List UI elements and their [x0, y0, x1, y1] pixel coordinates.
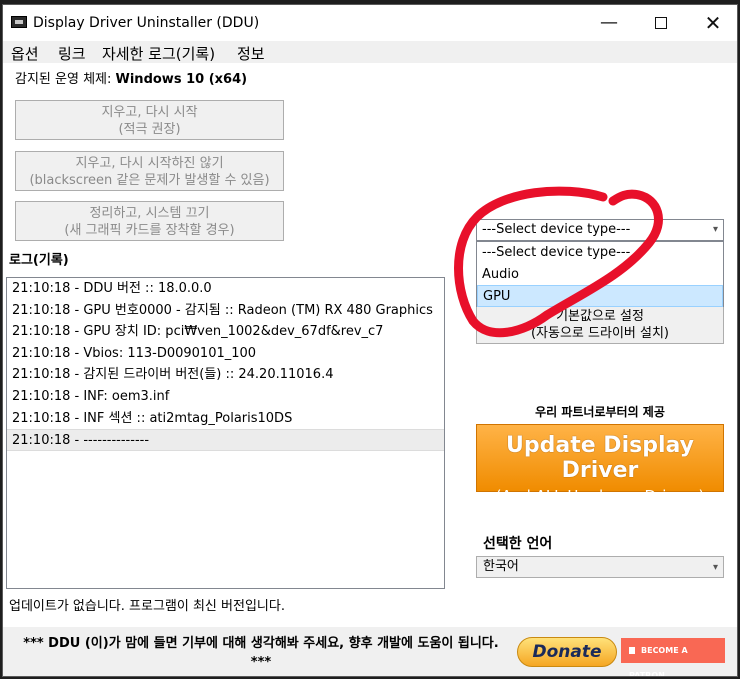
donation-message: *** DDU (이)가 맘에 들면 기부에 대해 생각해봐 주세요, 향후 개…	[23, 636, 499, 670]
clean-no-restart-sublabel: (blackscreen 같은 문제가 발생할 수 있음)	[29, 173, 270, 188]
device-type-select[interactable]: ---Select device type--- ▾	[476, 219, 724, 241]
donation-bar: *** DDU (이)가 맘에 들면 기부에 대해 생각해봐 주세요, 향후 개…	[3, 627, 737, 676]
close-button[interactable]: ✕	[701, 11, 725, 35]
menu-links[interactable]: 링크	[58, 43, 86, 64]
log-list[interactable]: 21:10:18 - DDU 버전 :: 18.0.0.0 21:10:18 -…	[6, 277, 445, 589]
device-type-value: ---Select device type---	[482, 222, 631, 237]
language-label: 선택한 언어	[483, 536, 553, 552]
chevron-down-icon: ▾	[712, 562, 718, 573]
device-type-dropdown: ---Select device type--- Audio GPU	[476, 241, 724, 307]
log-row[interactable]: 21:10:18 - INF: oem3.inf	[7, 386, 444, 408]
clean-no-restart-label: 지우고, 다시 시작하진 않기	[75, 156, 224, 171]
donate-button[interactable]: Donate	[517, 637, 617, 667]
language-value: 한국어	[483, 559, 519, 574]
detected-os: 감지된 운영 체제: Windows 10 (x64)	[15, 68, 247, 87]
device-option-gpu[interactable]: GPU	[477, 285, 723, 307]
device-option-audio[interactable]: Audio	[477, 264, 723, 286]
app-window: Display Driver Uninstaller (DDU) — ✕ 옵션 …	[2, 4, 738, 677]
clean-restart-button[interactable]: 지우고, 다시 시작 (적극 권장)	[15, 100, 284, 140]
app-icon	[11, 16, 27, 28]
window-title: Display Driver Uninstaller (DDU)	[33, 15, 260, 31]
os-label: 감지된 운영 체제:	[15, 72, 112, 87]
device-option-placeholder[interactable]: ---Select device type---	[477, 242, 723, 264]
log-row[interactable]: 21:10:18 - Vbios: 113-D0090101_100	[7, 343, 444, 365]
clean-restart-label: 지우고, 다시 시작	[101, 105, 198, 120]
set-default-sublabel: (자동으로 드라이버 설치)	[530, 326, 669, 341]
log-row[interactable]: 21:10:18 - GPU 장치 ID: pci₩ven_1002&dev_6…	[7, 321, 444, 343]
update-driver-ad[interactable]: Update Display Driver (And ALL Hardware …	[476, 424, 724, 505]
update-status: 업데이트가 없습니다. 프로그램이 최신 버전입니다.	[9, 599, 285, 614]
partner-label: 우리 파트너로부터의 제공	[535, 405, 665, 419]
log-row[interactable]: 21:10:18 - GPU 번호0000 - 감지됨 :: Radeon (T…	[7, 300, 444, 322]
os-value: Windows 10 (x64)	[115, 72, 248, 87]
patreon-icon	[629, 647, 635, 654]
set-default-button[interactable]: 기본값으로 설정 (자동으로 드라이버 설치)	[476, 304, 724, 344]
clean-shutdown-label: 정리하고, 시스템 끄기	[89, 206, 210, 221]
log-row[interactable]: 21:10:18 - DDU 버전 :: 18.0.0.0	[7, 278, 444, 300]
chevron-down-icon: ▾	[712, 224, 718, 235]
title-bar: Display Driver Uninstaller (DDU) — ✕	[3, 5, 737, 41]
ad-subtitle: (And ALL Hardware Drivers)	[495, 487, 705, 505]
menu-detailed-log[interactable]: 자세한 로그(기록)	[102, 43, 215, 64]
log-row-selected[interactable]: 21:10:18 - --------------	[7, 429, 444, 451]
log-row[interactable]: 21:10:18 - INF 섹션 :: ati2mtag_Polaris10D…	[7, 408, 444, 430]
minimize-button[interactable]: —	[597, 11, 621, 35]
maximize-button[interactable]	[649, 11, 673, 35]
patreon-button[interactable]: BECOME A PATRON	[621, 638, 725, 676]
clean-shutdown-button[interactable]: 정리하고, 시스템 끄기 (새 그래픽 카드를 장착할 경우)	[15, 201, 284, 241]
clean-restart-sublabel: (적극 권장)	[118, 122, 181, 137]
menu-bar: 옵션 링크 자세한 로그(기록) 정보	[3, 41, 737, 63]
language-select[interactable]: 한국어 ▾	[476, 556, 724, 578]
clean-shutdown-sublabel: (새 그래픽 카드를 장착할 경우)	[64, 223, 235, 238]
log-row[interactable]: 21:10:18 - 감지된 드라이버 버전(들) :: 24.20.11016…	[7, 364, 444, 386]
maximize-icon	[655, 17, 667, 29]
log-label: 로그(기록)	[9, 253, 69, 268]
set-default-label: 기본값으로 설정	[556, 309, 644, 324]
ad-title: Update Display Driver	[506, 433, 694, 483]
clean-no-restart-button[interactable]: 지우고, 다시 시작하진 않기 (blackscreen 같은 문제가 발생할 …	[15, 151, 284, 191]
patreon-label: BECOME A PATRON	[629, 646, 688, 677]
menu-info[interactable]: 정보	[237, 43, 265, 64]
menu-options[interactable]: 옵션	[11, 43, 39, 64]
